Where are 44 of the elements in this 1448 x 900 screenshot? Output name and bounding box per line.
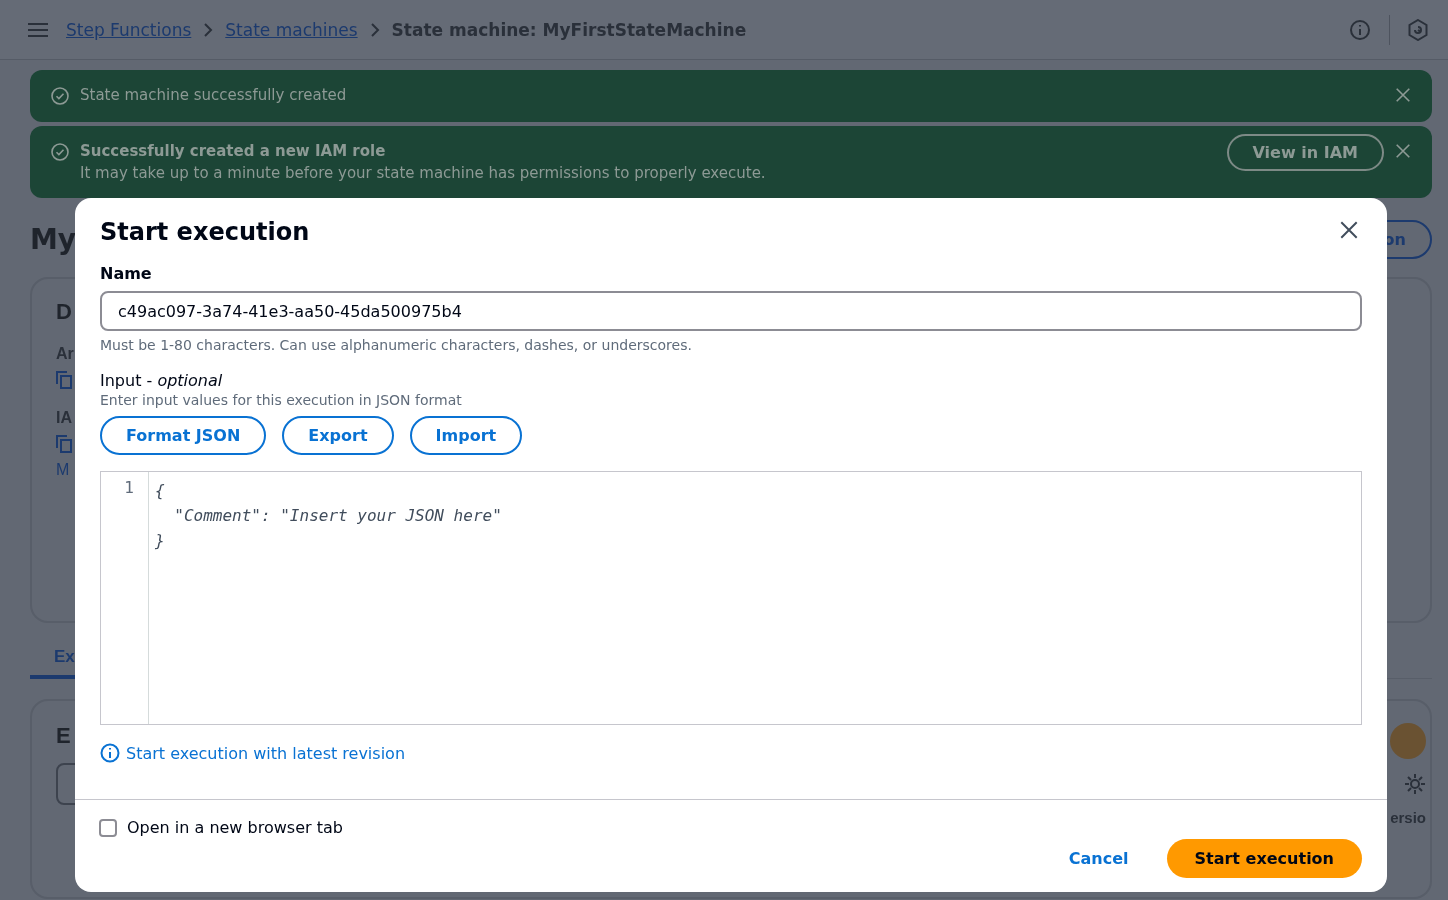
outline-button[interactable]: Format JSON — [100, 416, 267, 455]
start-execution-button[interactable]: Start execution — [1166, 839, 1362, 878]
check-circle-icon — [50, 86, 70, 106]
field-label: IA — [56, 409, 72, 427]
field-label: Input - optional — [100, 371, 224, 390]
notification-message: It may take up to a minute before your state machine has permissions to properly execute. — [80, 164, 767, 182]
code-line: { — [155, 480, 166, 502]
checkbox[interactable] — [99, 818, 117, 837]
close-icon[interactable] — [1338, 219, 1360, 241]
revision-link[interactable]: Start execution with latest revision — [126, 743, 405, 763]
close-icon[interactable] — [1394, 86, 1412, 104]
info-icon — [100, 743, 120, 763]
card-heading: E — [56, 723, 71, 749]
info-icon[interactable] — [1349, 18, 1371, 41]
field-hint: Must be 1-80 characters. Can use alphanumeric characters, dashes, or underscores. — [100, 337, 693, 353]
cancel-button[interactable]: Cancel — [1044, 839, 1153, 878]
close-icon[interactable] — [1394, 142, 1412, 160]
notification-title: State machine successfully created — [80, 86, 348, 104]
dialog-title: Start execution — [100, 218, 310, 246]
chevron-right-icon — [203, 21, 214, 38]
status-dot — [1390, 723, 1426, 759]
field-description: Enter input values for this execution in JSON format — [100, 392, 463, 408]
line-number: 1 — [123, 478, 134, 497]
check-circle-icon — [50, 142, 70, 162]
hexagon-icon[interactable] — [1408, 18, 1428, 41]
outline-button[interactable]: Import — [409, 416, 523, 455]
menu-icon[interactable] — [28, 21, 48, 38]
page-heading: My — [30, 223, 77, 256]
field-label: Ar — [56, 345, 74, 363]
breadcrumb-current: State machine: MyFirstStateMachine — [391, 19, 747, 40]
code-line: } — [155, 530, 166, 552]
copy-icon[interactable] — [56, 435, 72, 453]
checkbox-label: Open in a new browser tab — [127, 818, 343, 837]
view-in-iam-button[interactable]: View in IAM — [1226, 134, 1384, 171]
field-label: Name — [100, 264, 153, 283]
chevron-right-icon — [369, 21, 380, 38]
card-heading: D — [56, 299, 72, 325]
copy-icon[interactable] — [56, 371, 72, 389]
name-input[interactable]: c49ac097-3a74-41e3-aa50-45da500975b4 — [100, 291, 1362, 331]
code-line: "Comment": "Insert your JSON here" — [173, 505, 502, 527]
column-header: ersio — [1390, 809, 1426, 826]
json-editor[interactable]: 1 { "Comment": "Insert your JSON here" } — [100, 471, 1362, 725]
outline-button[interactable]: Export — [282, 416, 394, 455]
notification-title: Successfully created a new IAM role — [80, 142, 387, 160]
